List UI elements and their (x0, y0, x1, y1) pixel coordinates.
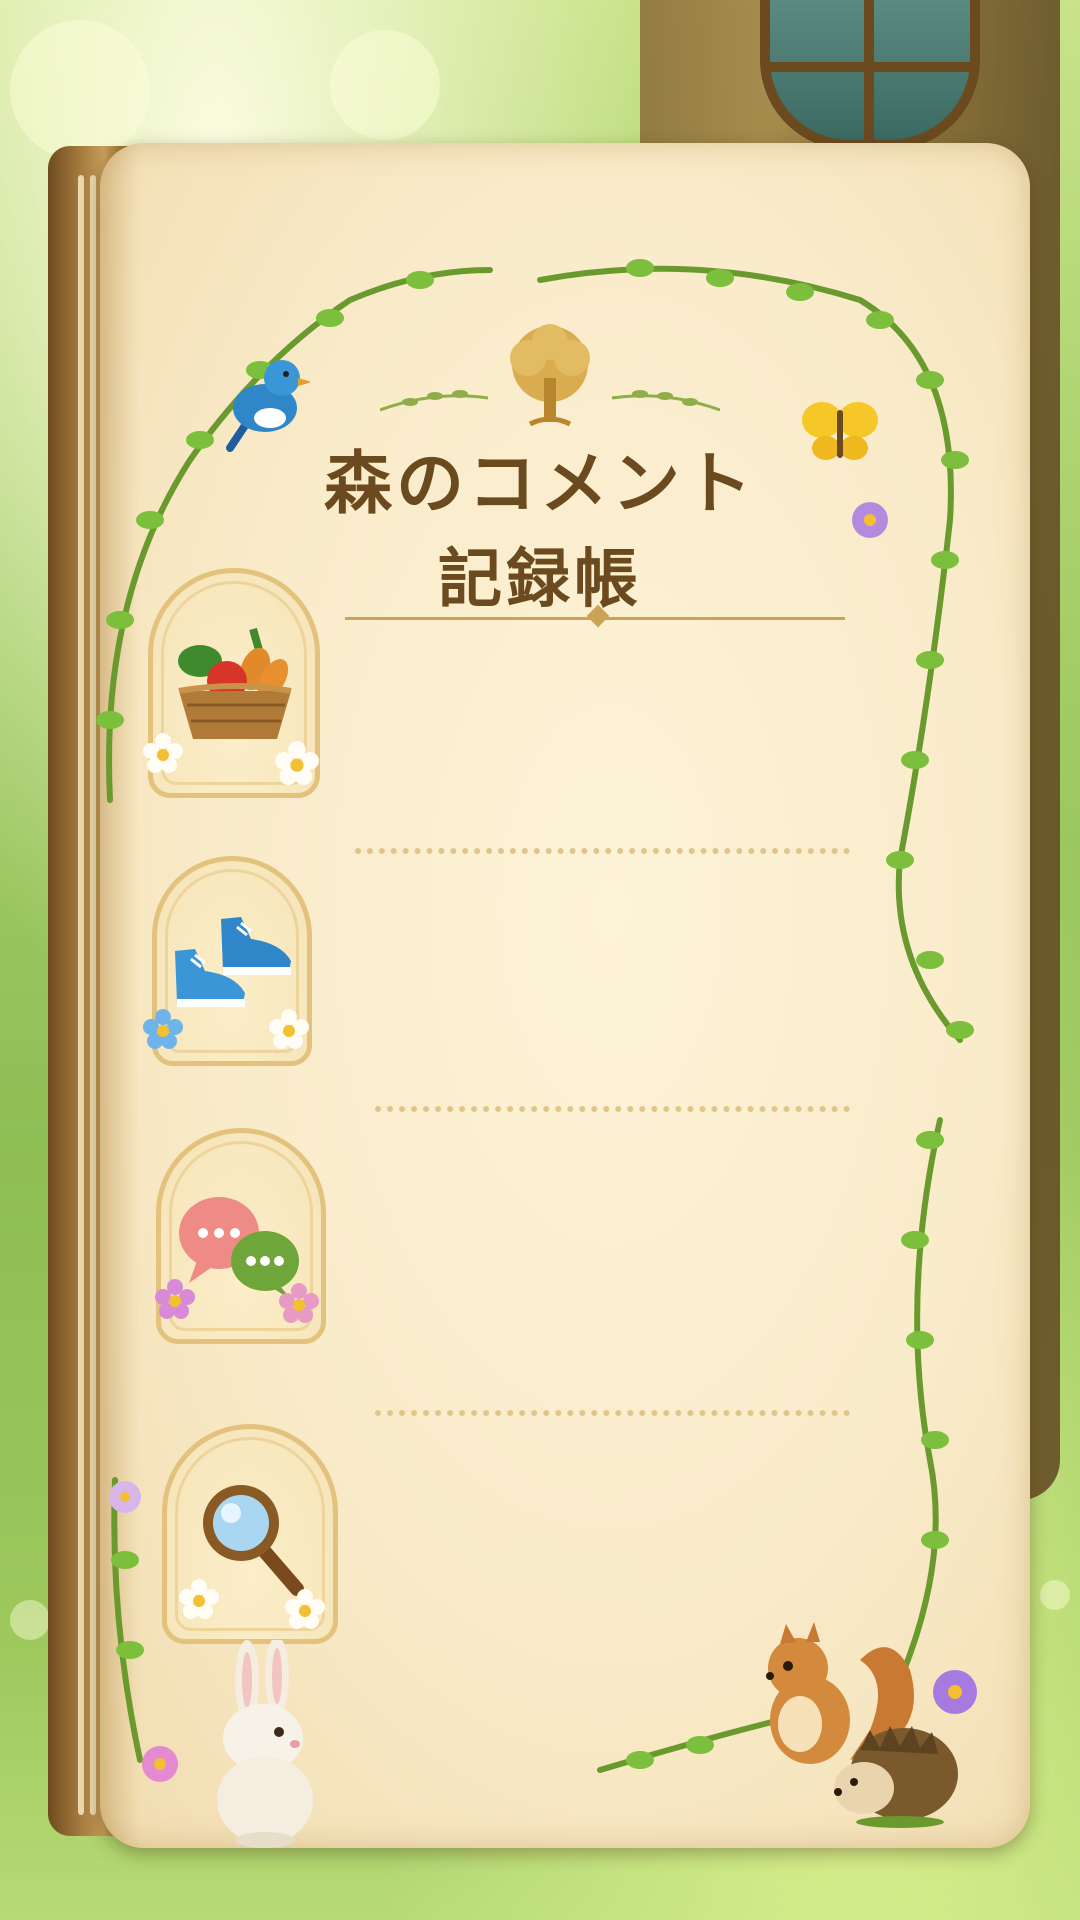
butterfly-icon (800, 396, 880, 466)
rabbit-icon (195, 1640, 335, 1850)
hedgehog-icon (830, 1710, 960, 1830)
bluebird-icon (210, 348, 310, 468)
